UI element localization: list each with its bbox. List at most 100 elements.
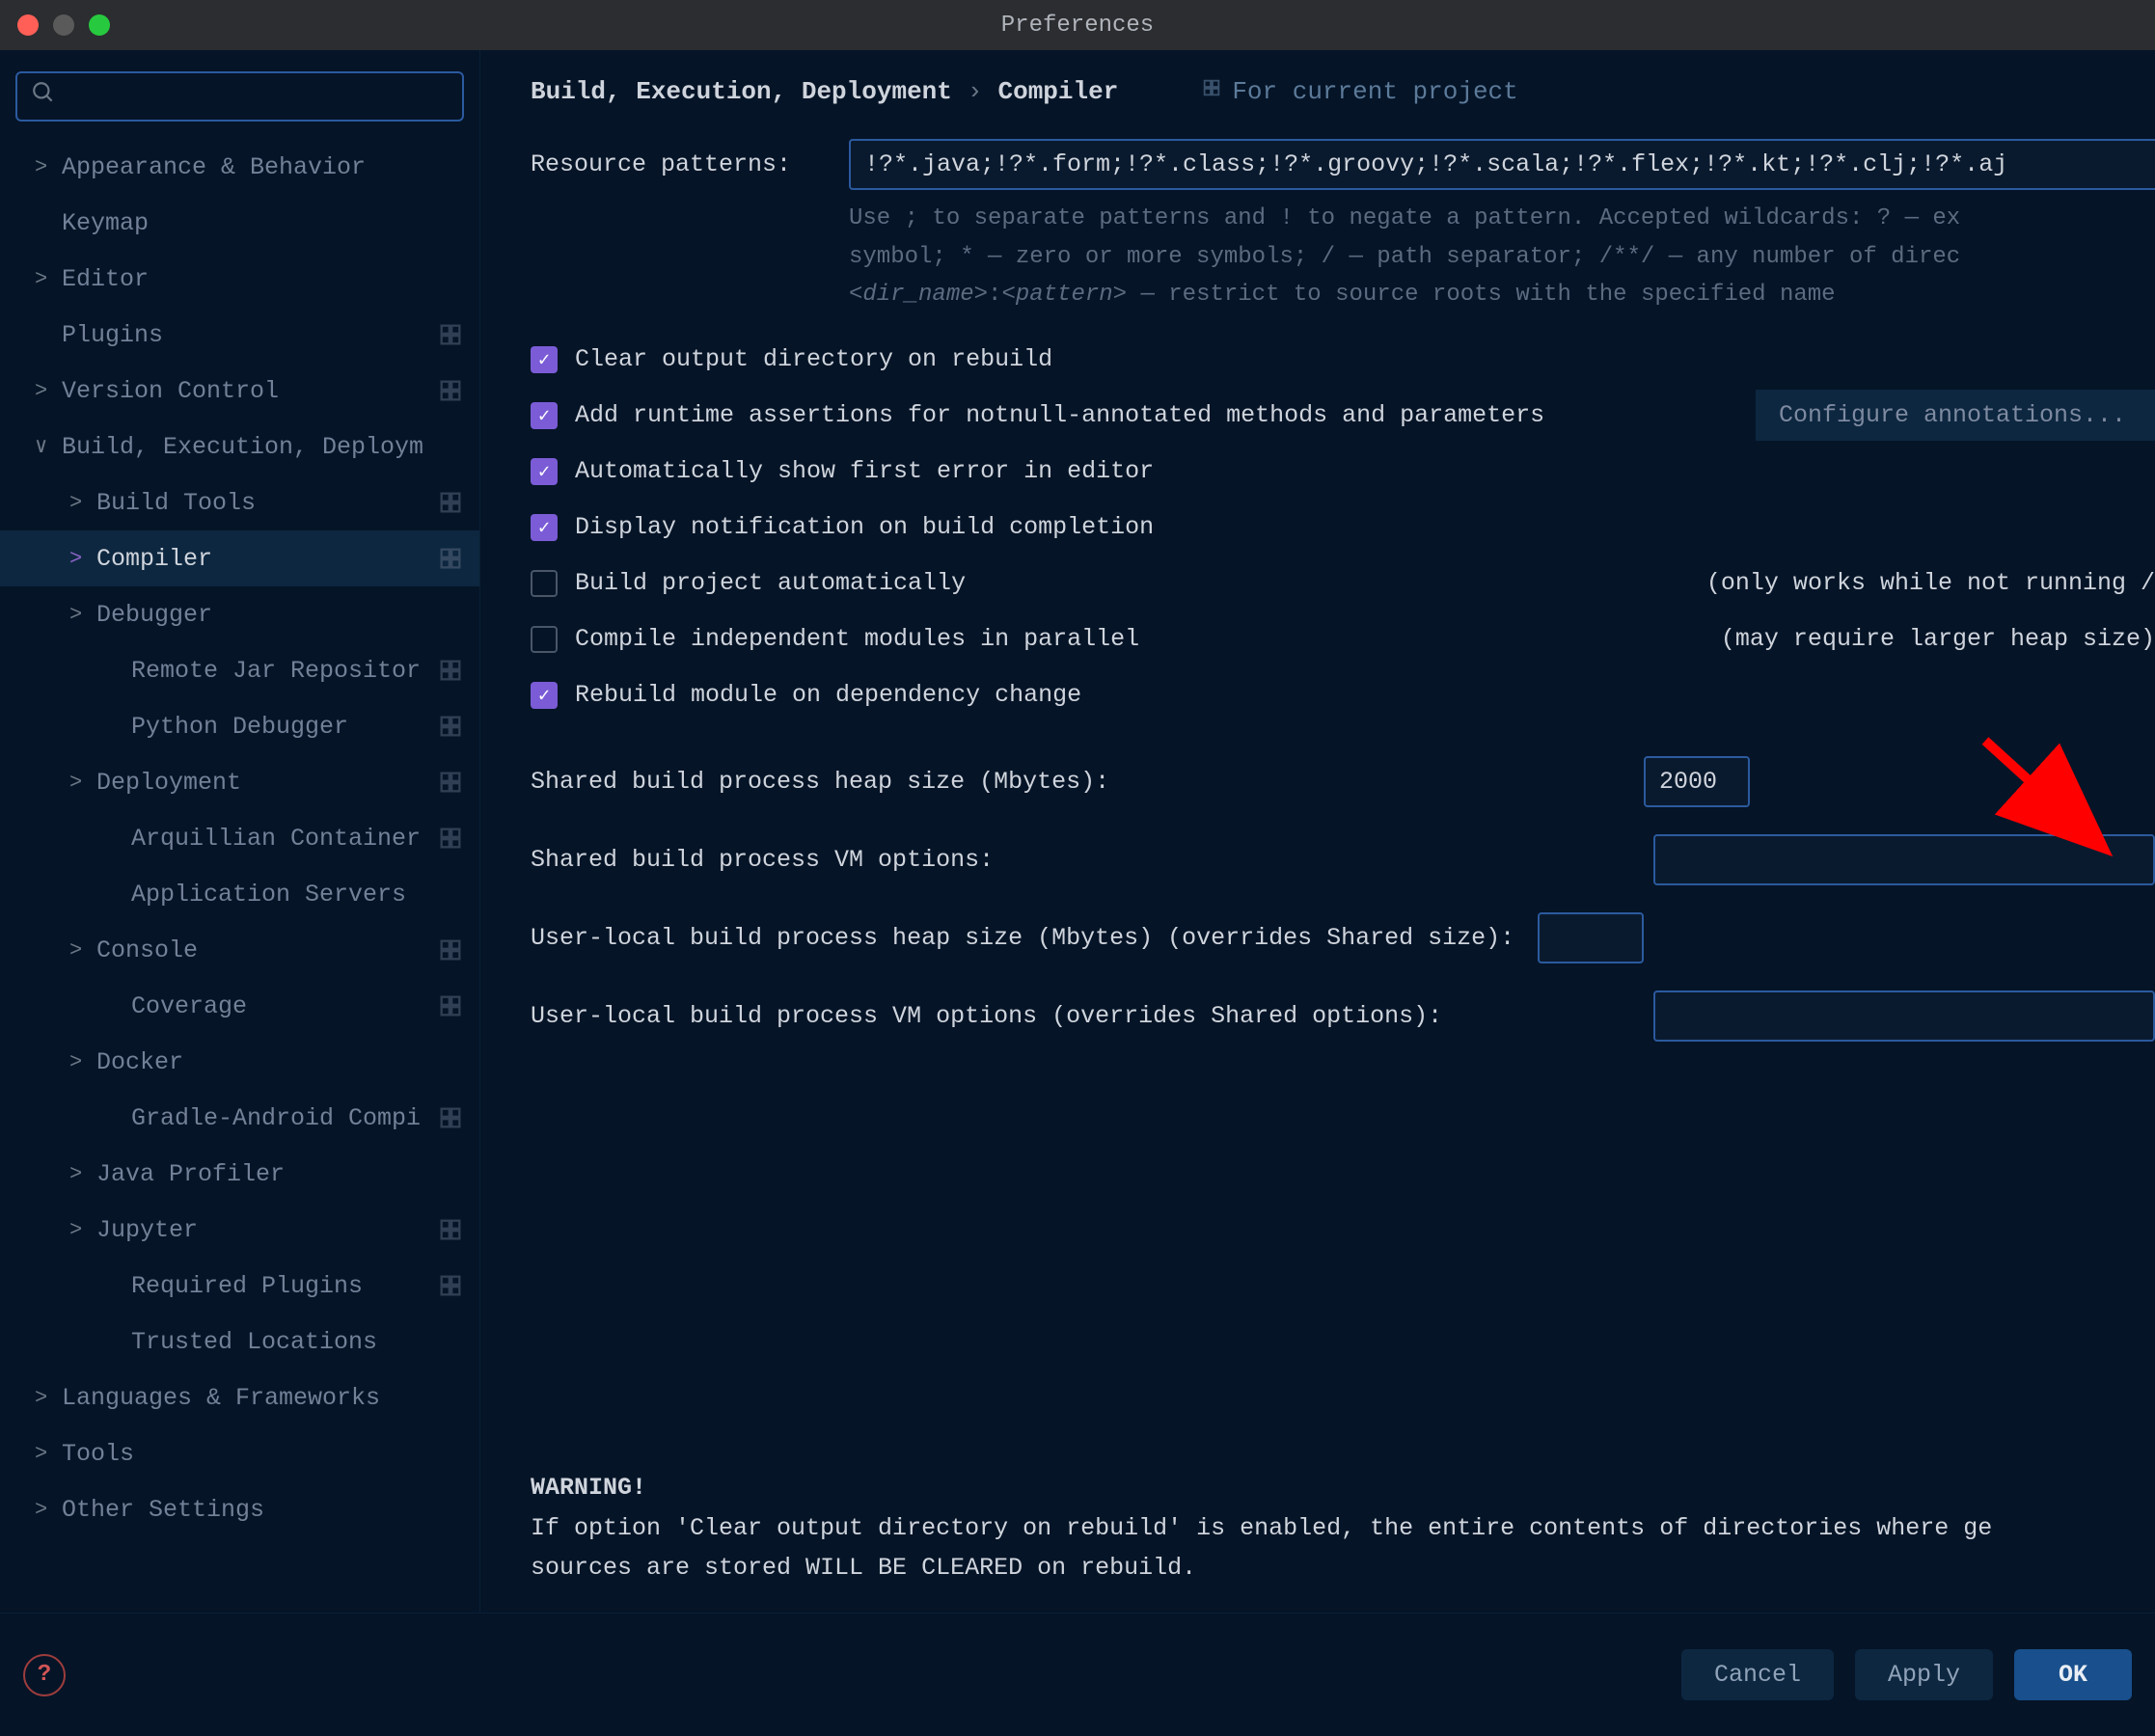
sidebar-item-debugger[interactable]: Debugger	[0, 586, 479, 642]
sidebar-item-java-profiler[interactable]: Java Profiler	[0, 1146, 479, 1202]
sidebar-item-tools[interactable]: Tools	[0, 1425, 479, 1481]
project-scope-icon	[437, 321, 464, 348]
checkbox[interactable]	[531, 626, 558, 653]
sidebar-item-label: Remote Jar Repositor	[131, 657, 437, 685]
sidebar-item-editor[interactable]: Editor	[0, 251, 479, 307]
scope-label: For current project	[1201, 77, 1517, 106]
checkbox-row-3: Display notification on build completion	[531, 500, 2155, 556]
checkbox-aside-note: (may require larger heap size)	[1721, 625, 2155, 653]
minimize-window-button[interactable]	[53, 14, 74, 36]
search-box[interactable]	[15, 71, 464, 122]
sidebar-item-compiler[interactable]: Compiler	[0, 530, 479, 586]
sidebar-item-version-control[interactable]: Version Control	[0, 363, 479, 419]
apply-button[interactable]: Apply	[1855, 1649, 1993, 1700]
sidebar-item-console[interactable]: Console	[0, 922, 479, 978]
sidebar-item-label: Compiler	[96, 545, 437, 573]
checkbox-row-6: Rebuild module on dependency change	[531, 667, 2155, 723]
chevron-right-icon	[69, 1050, 96, 1074]
sidebar-item-label: Deployment	[96, 769, 437, 797]
vm-user-input[interactable]	[1653, 990, 2155, 1042]
project-scope-icon	[437, 769, 464, 796]
sidebar-item-label: Application Servers	[131, 881, 479, 909]
chevron-right-icon	[69, 771, 96, 795]
sidebar-item-deployment[interactable]: Deployment	[0, 754, 479, 810]
sidebar-item-application-servers[interactable]: Application Servers	[0, 866, 479, 922]
breadcrumb: Build, Execution, Deployment › Compiler …	[531, 77, 2155, 106]
sidebar-item-label: Keymap	[62, 209, 479, 237]
sidebar-item-plugins[interactable]: Plugins	[0, 307, 479, 363]
sidebar-item-arquillian-container[interactable]: Arquillian Container	[0, 810, 479, 866]
checkbox[interactable]	[531, 402, 558, 429]
checkbox-label: Compile independent modules in parallel	[575, 625, 1139, 653]
checkbox-label: Display notification on build completion	[575, 513, 1154, 541]
chevron-right-icon	[69, 547, 96, 571]
project-scope-icon	[437, 713, 464, 740]
sidebar-item-languages-frameworks[interactable]: Languages & Frameworks	[0, 1370, 479, 1425]
sidebar-item-label: Console	[96, 936, 437, 964]
configure-annotations-button[interactable]: Configure annotations...	[1756, 390, 2155, 441]
project-scope-icon	[1201, 77, 1222, 106]
checkbox-aside-note: (only works while not running /	[1706, 569, 2155, 597]
heap-shared-label: Shared build process heap size (Mbytes):	[531, 768, 1109, 796]
checkbox[interactable]	[531, 346, 558, 373]
vm-user-label: User-local build process VM options (ove…	[531, 1002, 1442, 1030]
sidebar-item-jupyter[interactable]: Jupyter	[0, 1202, 479, 1258]
window-controls	[17, 14, 110, 36]
chevron-down-icon	[35, 434, 62, 459]
breadcrumb-root[interactable]: Build, Execution, Deployment	[531, 77, 952, 106]
heap-user-label: User-local build process heap size (Mbyt…	[531, 924, 1514, 952]
checkbox[interactable]	[531, 514, 558, 541]
sidebar-item-label: Java Profiler	[96, 1160, 479, 1188]
checkbox[interactable]	[531, 458, 558, 485]
sidebar-item-remote-jar-repositor[interactable]: Remote Jar Repositor	[0, 642, 479, 698]
checkbox-row-5: Compile independent modules in parallel (…	[531, 611, 2155, 667]
chevron-right-icon	[35, 379, 62, 403]
sidebar-item-trusted-locations[interactable]: Trusted Locations	[0, 1314, 479, 1370]
content-panel: Build, Execution, Deployment › Compiler …	[480, 50, 2155, 1613]
resource-patterns-input[interactable]	[849, 139, 2155, 190]
sidebar-item-appearance-behavior[interactable]: Appearance & Behavior	[0, 139, 479, 195]
sidebar-item-label: Build, Execution, Deploym	[62, 433, 479, 461]
sidebar-item-label: Arquillian Container	[131, 825, 437, 853]
resource-patterns-label: Resource patterns:	[531, 150, 849, 178]
vm-shared-label: Shared build process VM options:	[531, 846, 994, 874]
sidebar-item-build-execution-deploym[interactable]: Build, Execution, Deploym	[0, 419, 479, 475]
sidebar-item-coverage[interactable]: Coverage	[0, 978, 479, 1034]
sidebar-item-other-settings[interactable]: Other Settings	[0, 1481, 479, 1537]
search-icon	[31, 80, 56, 113]
chevron-right-icon	[35, 1386, 62, 1410]
chevron-right-icon	[69, 1162, 96, 1186]
chevron-right-icon	[69, 491, 96, 515]
project-scope-icon	[437, 545, 464, 572]
checkbox[interactable]	[531, 682, 558, 709]
search-input[interactable]	[64, 84, 449, 110]
help-icon[interactable]: ?	[23, 1654, 66, 1696]
sidebar-item-docker[interactable]: Docker	[0, 1034, 479, 1090]
heap-user-input[interactable]	[1538, 912, 1644, 963]
ok-button[interactable]: OK	[2014, 1649, 2132, 1700]
sidebar-item-gradle-android-compi[interactable]: Gradle-Android Compi	[0, 1090, 479, 1146]
heap-shared-input[interactable]	[1644, 756, 1750, 807]
sidebar-item-label: Appearance & Behavior	[62, 153, 479, 181]
maximize-window-button[interactable]	[89, 14, 110, 36]
sidebar-item-python-debugger[interactable]: Python Debugger	[0, 698, 479, 754]
sidebar-item-label: Editor	[62, 265, 479, 293]
sidebar-item-label: Other Settings	[62, 1496, 479, 1524]
sidebar-item-label: Debugger	[96, 601, 479, 629]
sidebar-item-label: Docker	[96, 1048, 479, 1076]
cancel-button[interactable]: Cancel	[1681, 1649, 1834, 1700]
chevron-right-icon	[35, 155, 62, 179]
titlebar: Preferences	[0, 0, 2155, 50]
sidebar-item-keymap[interactable]: Keymap	[0, 195, 479, 251]
sidebar-item-required-plugins[interactable]: Required Plugins	[0, 1258, 479, 1314]
sidebar-item-label: Jupyter	[96, 1216, 437, 1244]
checkbox[interactable]	[531, 570, 558, 597]
sidebar-item-label: Build Tools	[96, 489, 437, 517]
sidebar-item-build-tools[interactable]: Build Tools	[0, 475, 479, 530]
chevron-right-icon	[35, 267, 62, 291]
project-scope-icon	[437, 1216, 464, 1243]
checkbox-label: Add runtime assertions for notnull-annot…	[575, 401, 1544, 429]
vm-shared-input[interactable]	[1653, 834, 2155, 885]
close-window-button[interactable]	[17, 14, 39, 36]
checkbox-row-1: Add runtime assertions for notnull-annot…	[531, 388, 2155, 444]
